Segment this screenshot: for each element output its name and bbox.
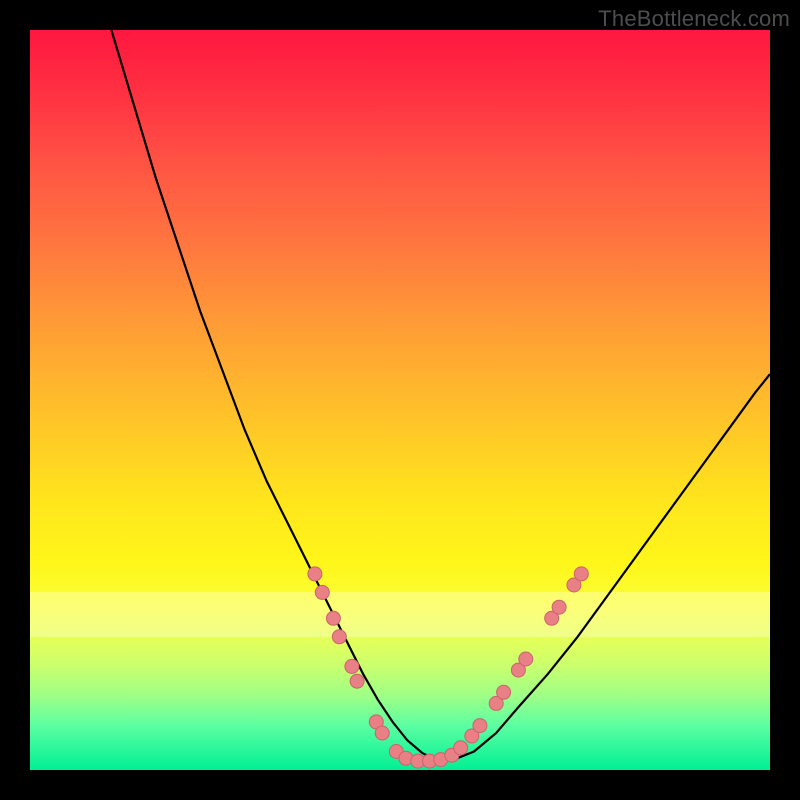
chart-plot-area bbox=[30, 30, 770, 770]
data-dot bbox=[552, 600, 566, 614]
data-dot bbox=[350, 674, 364, 688]
data-dot bbox=[519, 652, 533, 666]
data-dot bbox=[315, 585, 329, 599]
data-dot bbox=[473, 719, 487, 733]
data-dot bbox=[326, 611, 340, 625]
data-dot bbox=[574, 567, 588, 581]
data-dot-layer bbox=[308, 567, 588, 768]
bottleneck-curve bbox=[111, 30, 770, 760]
data-dot bbox=[345, 659, 359, 673]
chart-svg bbox=[30, 30, 770, 770]
watermark-text: TheBottleneck.com bbox=[598, 6, 790, 32]
data-dot bbox=[454, 741, 468, 755]
data-dot bbox=[497, 685, 511, 699]
data-dot bbox=[332, 630, 346, 644]
data-dot bbox=[375, 726, 389, 740]
data-dot bbox=[308, 567, 322, 581]
